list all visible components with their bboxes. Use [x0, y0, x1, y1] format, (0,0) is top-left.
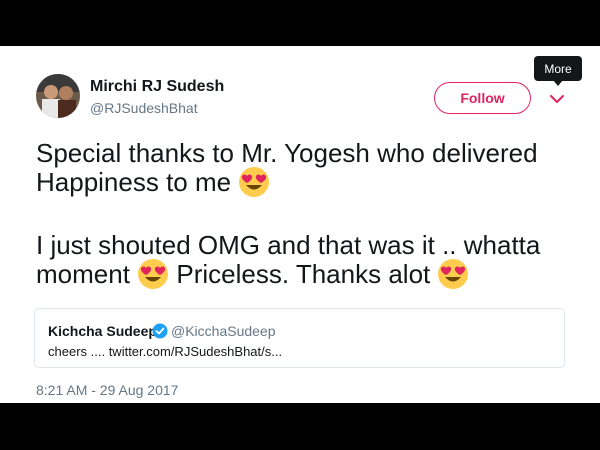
tweet-text-line: Happiness to me: [36, 166, 270, 198]
heart-eyes-emoji-icon: [239, 167, 270, 197]
more-tooltip: More: [534, 56, 582, 81]
author-display-name[interactable]: Mirchi RJ Sudesh: [90, 78, 224, 96]
chevron-down-icon[interactable]: [549, 93, 565, 105]
tweet-text-line: moment Priceless. Thanks alot: [36, 258, 469, 290]
tweet-timestamp[interactable]: 8:21 AM - 29 Aug 2017: [36, 382, 178, 398]
quoted-author-name[interactable]: Kichcha Sudeepa: [48, 323, 165, 339]
tooltip-arrow: [553, 80, 563, 86]
quoted-tweet-text[interactable]: cheers .... twitter.com/RJSudeshBhat/s..…: [48, 344, 282, 359]
quoted-author-handle[interactable]: @KicchaSudeep: [171, 323, 276, 339]
verified-badge-icon: [152, 323, 168, 339]
heart-eyes-emoji-icon: [438, 259, 469, 289]
avatar[interactable]: [36, 74, 80, 118]
tweet-text-fragment: moment: [36, 259, 130, 289]
tweet-text-fragment: Happiness to me: [36, 167, 232, 197]
follow-button[interactable]: Follow: [434, 82, 531, 114]
quoted-tweet-card[interactable]: Kichcha Sudeepa @KicchaSudeep cheers ...…: [34, 308, 565, 368]
heart-eyes-emoji-icon: [138, 259, 169, 289]
author-handle[interactable]: @RJSudeshBhat: [90, 100, 198, 116]
tweet-text-fragment: Priceless. Thanks alot: [176, 259, 431, 289]
tweet-text-line: Special thanks to Mr. Yogesh who deliver…: [36, 138, 538, 168]
tweet-text-line: I just shouted OMG and that was it .. wh…: [36, 230, 541, 260]
